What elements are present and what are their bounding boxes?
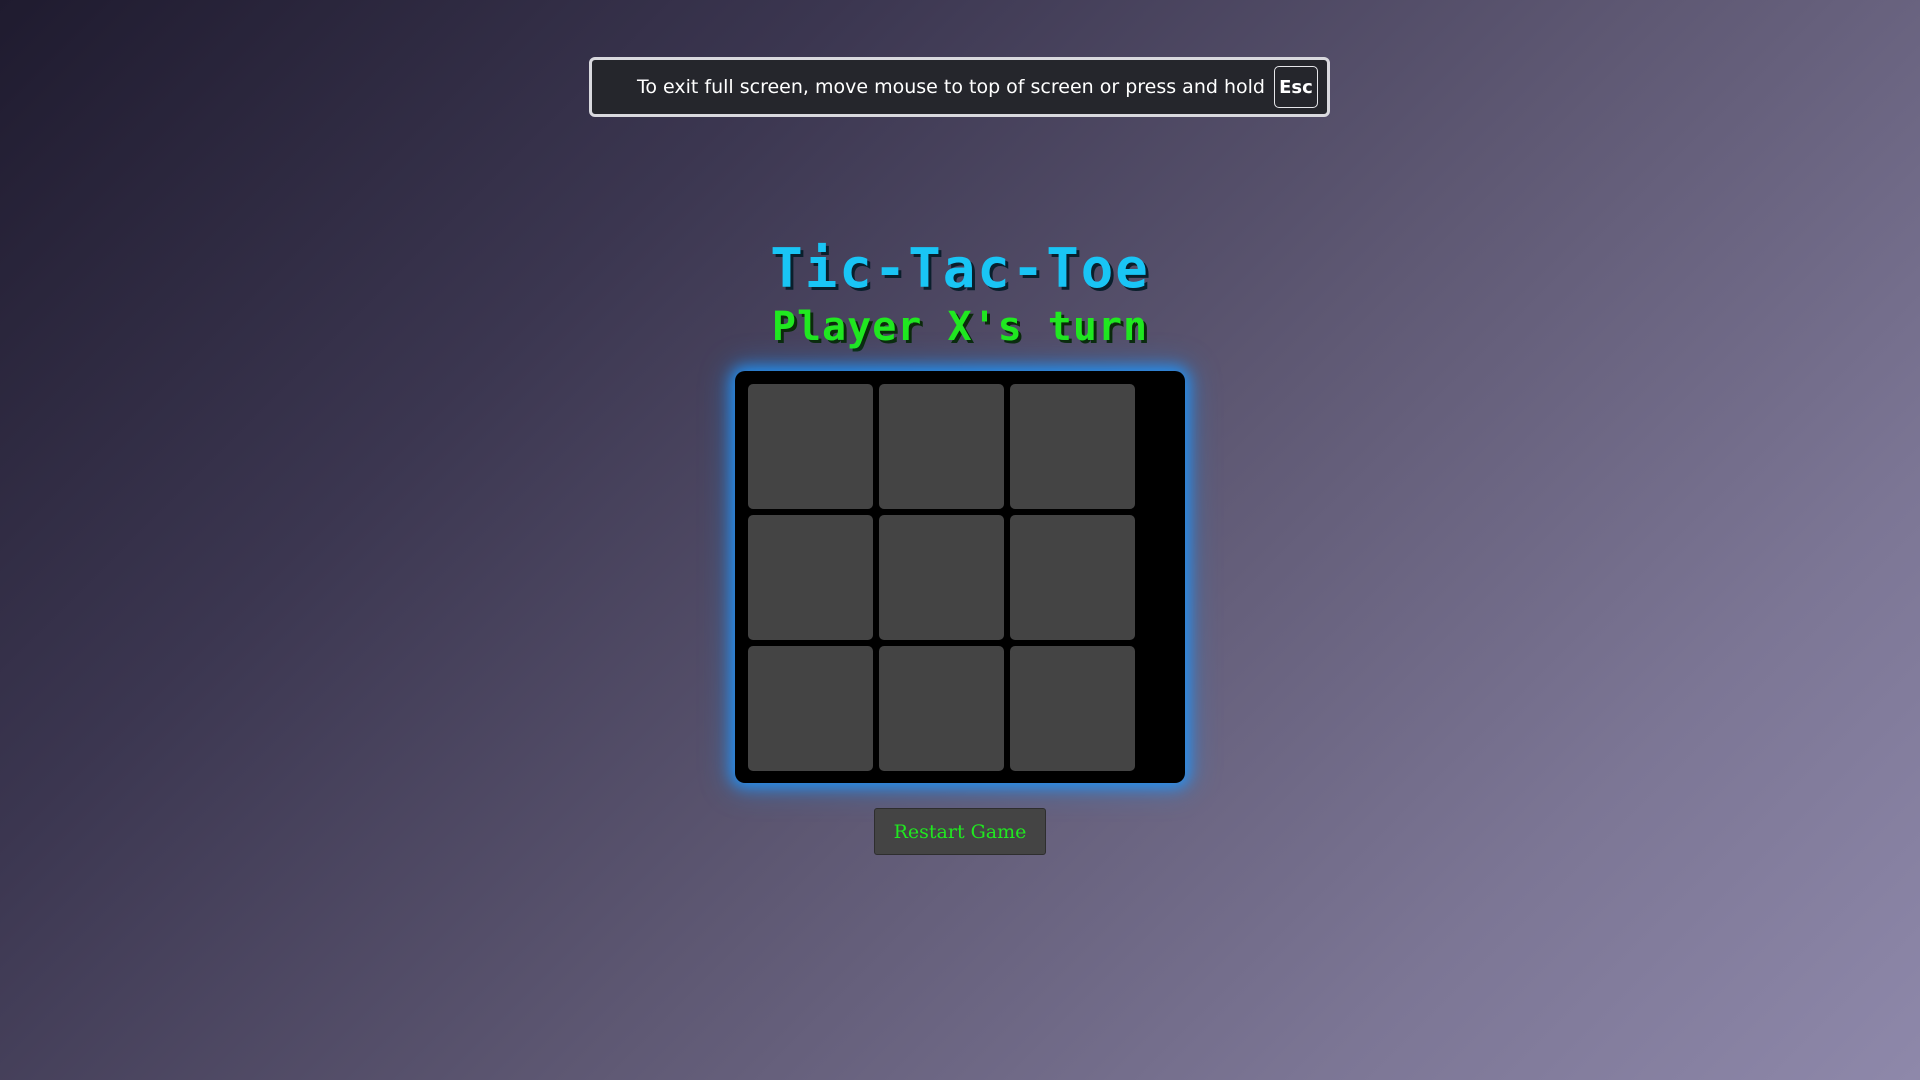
game-board [735,371,1185,783]
fullscreen-exit-notice: To exit full screen, move mouse to top o… [589,57,1330,117]
fullscreen-notice-message: To exit full screen, move mouse to top o… [637,76,1265,98]
esc-key-badge: Esc [1273,66,1318,108]
board-cell-8[interactable] [879,646,1004,771]
turn-status: Player X's turn [771,304,1149,350]
restart-game-button[interactable]: Restart Game [874,808,1046,855]
board-cell-5[interactable] [879,515,1004,640]
board-cell-9[interactable] [1010,646,1135,771]
board-cell-1[interactable] [748,384,873,509]
board-cell-6[interactable] [1010,515,1135,640]
board-cell-2[interactable] [879,384,1004,509]
game-title: Tic-Tac-Toe [770,237,1150,300]
board-cell-4[interactable] [748,515,873,640]
board-cell-3[interactable] [1010,384,1135,509]
board-cell-7[interactable] [748,646,873,771]
